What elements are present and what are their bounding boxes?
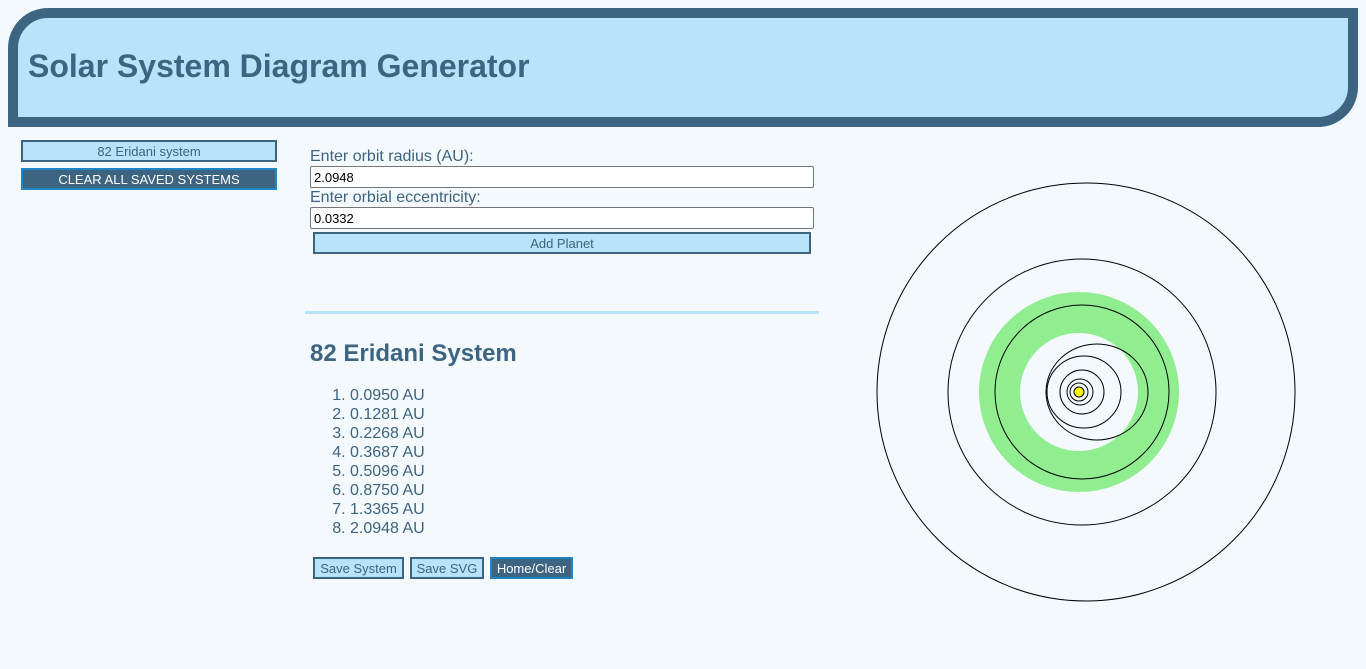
planet-list: 0.0950 AU 0.1281 AU 0.2268 AU 0.3687 AU … <box>310 386 425 538</box>
orbit-radius-label: Enter orbit radius (AU): <box>310 148 474 165</box>
planet-list-item: 0.8750 AU <box>350 481 425 500</box>
save-system-button[interactable]: Save System <box>313 557 404 579</box>
planet-list-item: 0.3687 AU <box>350 443 425 462</box>
solar-system-diagram <box>876 182 1296 602</box>
planet-list-item: 1.3365 AU <box>350 500 425 519</box>
star-icon <box>1073 386 1085 398</box>
page-title: Solar System Diagram Generator <box>28 48 530 84</box>
eccentricity-label: Enter orbial eccentricity: <box>310 189 481 206</box>
planet-list-item: 0.0950 AU <box>350 386 425 405</box>
planet-list-item: 0.2268 AU <box>350 424 425 443</box>
clear-all-saved-button[interactable]: CLEAR ALL SAVED SYSTEMS <box>21 168 277 190</box>
add-planet-button[interactable]: Add Planet <box>313 232 811 254</box>
planet-list-item: 0.1281 AU <box>350 405 425 424</box>
orbit-radius-input[interactable] <box>310 166 814 188</box>
header-banner: Solar System Diagram Generator <box>8 8 1358 127</box>
eccentricity-input[interactable] <box>310 207 814 229</box>
planet-list-item: 0.5096 AU <box>350 462 425 481</box>
planet-list-item: 2.0948 AU <box>350 519 425 538</box>
save-svg-button[interactable]: Save SVG <box>410 557 484 579</box>
system-title: 82 Eridani System <box>310 340 517 367</box>
home-clear-button[interactable]: Home/Clear <box>490 557 573 579</box>
orbit-8 <box>876 182 1296 602</box>
saved-system-button[interactable]: 82 Eridani system <box>21 140 277 162</box>
section-divider <box>305 311 819 314</box>
